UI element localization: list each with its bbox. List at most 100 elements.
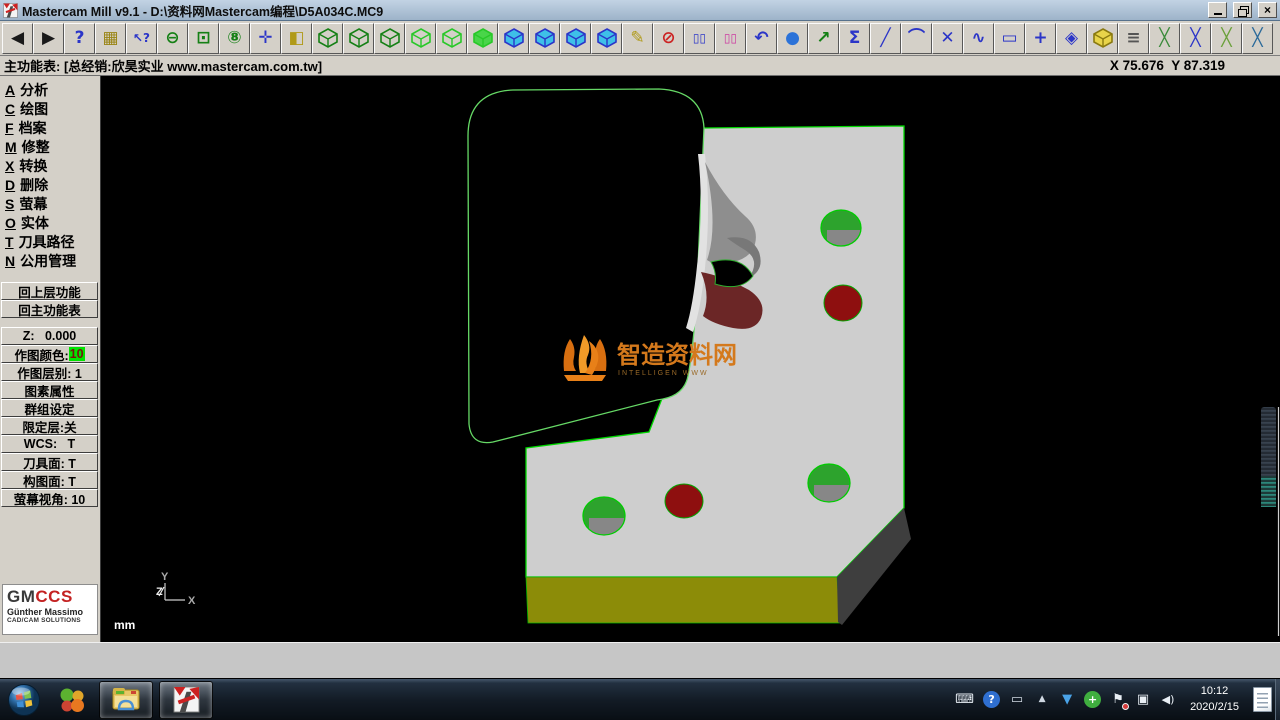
suite-launcher-button[interactable]	[51, 681, 93, 719]
analyze-cursor-icon[interactable]: ↖?	[126, 23, 157, 54]
sidebar-item-T[interactable]: T刀具路径	[0, 232, 100, 251]
hole-green-bottom-left	[583, 497, 625, 535]
minimize-icon	[1214, 13, 1222, 15]
file-cabinet-icon[interactable]: ▦	[95, 23, 126, 54]
curve-icon[interactable]: ✕	[932, 23, 963, 54]
sigma-icon[interactable]: Σ	[839, 23, 870, 54]
clock-time: 10:12	[1190, 684, 1239, 699]
back-icon[interactable]: ◀	[2, 23, 33, 54]
main-area: A分析C绘图F档案M修整X转换D删除S萤幕O实体T刀具路径N公用管理 回上层功能…	[0, 76, 1280, 642]
gview-top-icon[interactable]	[405, 23, 436, 54]
sidebar-item-A[interactable]: A分析	[0, 80, 100, 99]
wcs-button[interactable]: WCS: T	[1, 435, 98, 453]
cplane-front-icon[interactable]	[560, 23, 591, 54]
draw-level-button[interactable]: 作图层别: 1	[1, 363, 98, 381]
sidebar-item-M[interactable]: M修整	[0, 137, 100, 156]
taskbar: ⌨? ▭ ▲ ▼ + ⚑ ▣ ◀) 10:12 2020/2/15	[0, 678, 1280, 720]
divide-icon[interactable]: ╳	[1242, 23, 1273, 54]
gview-iso-icon[interactable]	[343, 23, 374, 54]
sidebar-item-S[interactable]: S萤幕	[0, 194, 100, 213]
volume-icon[interactable]: ◀)	[1160, 691, 1176, 708]
viewport-scroll-handle[interactable]	[1261, 407, 1279, 636]
no-pencil-icon[interactable]: ⊘	[653, 23, 684, 54]
repaint-icon[interactable]: ◧	[281, 23, 312, 54]
solid-box-icon[interactable]	[1087, 23, 1118, 54]
sidebar-item-X[interactable]: X转换	[0, 156, 100, 175]
taskbar-clock[interactable]: 10:12 2020/2/15	[1190, 684, 1239, 715]
alert-badge	[1122, 703, 1129, 710]
menubar: 主功能表: [总经销:欣昊实业 www.mastercam.com.tw] X …	[0, 56, 1280, 76]
document-tray-icon[interactable]	[1253, 687, 1272, 712]
tray-expand-icon[interactable]: ▲	[1034, 691, 1050, 708]
trim-one-icon[interactable]: ╳	[1149, 23, 1180, 54]
keyboard-icon[interactable]: ⌨	[955, 691, 974, 708]
cplane-3d-icon[interactable]	[498, 23, 529, 54]
explorer-taskbar-button[interactable]	[99, 681, 153, 719]
move-entities-icon[interactable]: ▯▯	[715, 23, 746, 54]
isolate-icon[interactable]: ↗	[808, 23, 839, 54]
mastercam-app-icon	[3, 3, 18, 18]
security-shield-icon[interactable]: ▼	[1059, 691, 1075, 708]
sidebar-item-N[interactable]: N公用管理	[0, 251, 100, 270]
minimize-button[interactable]	[1208, 2, 1227, 18]
arc-icon[interactable]: ⌒	[901, 23, 932, 54]
cplane-top-icon[interactable]	[529, 23, 560, 54]
action-center-flag-icon[interactable]: ⚑	[1110, 691, 1126, 708]
gview-side-icon[interactable]	[436, 23, 467, 54]
hole-green-top	[821, 210, 861, 246]
copy-entities-icon[interactable]: ▯▯	[684, 23, 715, 54]
show-desktop-button[interactable]	[1275, 679, 1280, 720]
line-icon[interactable]: ╱	[870, 23, 901, 54]
graphics-viewport[interactable]: Y X Z 智造资料网 INTELLIGEN WWW	[101, 76, 1280, 642]
restore-button[interactable]	[1233, 2, 1252, 18]
sidebar-item-D[interactable]: D删除	[0, 175, 100, 194]
unzoom-icon[interactable]: ⊖	[157, 23, 188, 54]
units-label: mm	[114, 618, 135, 632]
backup-menu-button[interactable]: 回上层功能	[1, 282, 98, 300]
gview-back-icon[interactable]	[467, 23, 498, 54]
antivirus-icon[interactable]: +	[1084, 691, 1101, 708]
window-restore-small-icon[interactable]: ▭	[1009, 691, 1025, 708]
close-icon: ×	[1264, 4, 1271, 16]
zoom-scale-icon[interactable]: ⑧	[219, 23, 250, 54]
start-button[interactable]	[3, 681, 45, 719]
pencil-icon[interactable]: ✎	[622, 23, 653, 54]
forward-icon[interactable]: ▶	[33, 23, 64, 54]
point-icon[interactable]: +	[1025, 23, 1056, 54]
main-menu-button[interactable]: 回主功能表	[1, 300, 98, 318]
trim-three-icon[interactable]: ╳	[1211, 23, 1242, 54]
gview-front-icon[interactable]	[374, 23, 405, 54]
shade-sphere-icon[interactable]: ●	[777, 23, 808, 54]
surface-icon[interactable]: ◈	[1056, 23, 1087, 54]
sidebar-item-C[interactable]: C绘图	[0, 99, 100, 118]
sidebar-item-F[interactable]: F档案	[0, 118, 100, 137]
group-settings-button[interactable]: 群组设定	[1, 399, 98, 417]
cplane-side-icon[interactable]	[591, 23, 622, 54]
close-button[interactable]: ×	[1258, 2, 1277, 18]
screen-view-button[interactable]: 萤幕视角: 10	[1, 489, 98, 507]
tool-plane-button[interactable]: 刀具面: T	[1, 453, 98, 471]
mastercam-taskbar-button[interactable]	[159, 681, 213, 719]
limit-level-button[interactable]: 限定层:关	[1, 417, 98, 435]
help-circle-icon[interactable]: ?	[983, 691, 1000, 708]
network-icon[interactable]: ▣	[1135, 691, 1151, 708]
toolbar: ◀▶?▦↖?⊖⊡⑧✛◧✎⊘▯▯▯▯↶●↗Σ╱⌒✕∿▭+◈≡╳╳╳╳	[0, 21, 1280, 56]
draw-color-button[interactable]: 作图颜色:10	[1, 345, 98, 363]
fit-screen-icon[interactable]: ✛	[250, 23, 281, 54]
spline-icon[interactable]: ∿	[963, 23, 994, 54]
attributes-button[interactable]: 图素属性	[1, 381, 98, 399]
menu-path-text: 主功能表: [总经销:欣昊实业 www.mastercam.com.tw]	[4, 56, 322, 75]
help-icon[interactable]: ?	[64, 23, 95, 54]
operations-manager-icon[interactable]: ≡	[1118, 23, 1149, 54]
undo-icon[interactable]: ↶	[746, 23, 777, 54]
titlebar: Mastercam Mill v9.1 - D:\资料网Mastercam编程\…	[0, 0, 1280, 21]
construction-plane-button[interactable]: 构图面: T	[1, 471, 98, 489]
trim-two-icon[interactable]: ╳	[1180, 23, 1211, 54]
dynamic-rotate-icon[interactable]	[312, 23, 343, 54]
zoom-window-icon[interactable]: ⊡	[188, 23, 219, 54]
restore-icon	[1238, 6, 1247, 15]
rectangle-icon[interactable]: ▭	[994, 23, 1025, 54]
z-depth-button[interactable]: Z: 0.000	[1, 327, 98, 345]
sidebar-item-O[interactable]: O实体	[0, 213, 100, 232]
cad-model-canvas: Y X Z 智造资料网 INTELLIGEN WWW	[101, 76, 1280, 642]
